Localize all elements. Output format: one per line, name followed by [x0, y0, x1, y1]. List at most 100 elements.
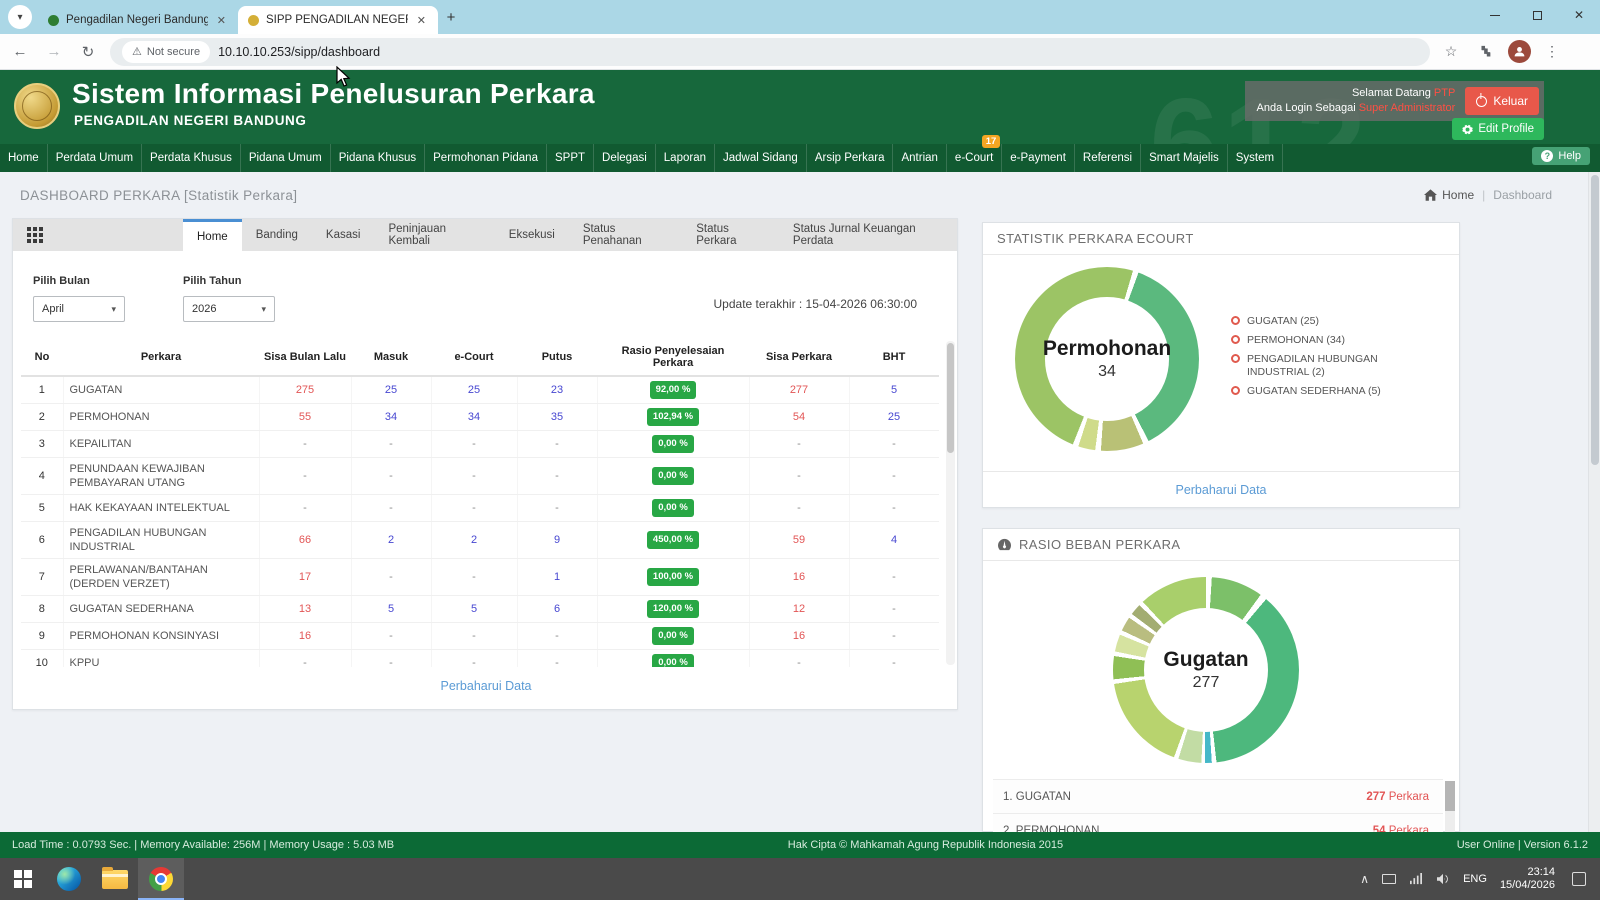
tray-expand-icon[interactable]: ∧	[1360, 872, 1369, 886]
refresh-data-link[interactable]: Perbaharui Data	[983, 471, 1459, 507]
tab-close-icon[interactable]: ✕	[215, 14, 228, 27]
tab-search-button[interactable]: ▾	[8, 5, 32, 29]
new-tab-button[interactable]: +	[438, 4, 464, 30]
cell-putus: -	[517, 623, 597, 650]
cell-sisa: 54	[749, 404, 849, 431]
refresh-data-link[interactable]: Perbaharui Data	[13, 679, 959, 693]
network-icon[interactable]	[1409, 873, 1423, 885]
nav-item-label: e-Court	[955, 152, 993, 164]
nav-item-e-payment[interactable]: e-Payment	[1002, 144, 1075, 172]
nav-item-permohonan-pidana[interactable]: Permohonan Pidana	[425, 144, 547, 172]
dashboard-tab-home[interactable]: Home	[183, 219, 242, 251]
cell-no: 1	[21, 376, 63, 404]
donut-center-label: Gugatan	[1163, 648, 1248, 672]
rasio-list: 1. GUGATAN277 Perkara2. PERMOHONAN54 Per…	[993, 779, 1443, 832]
tab-favicon	[248, 15, 259, 26]
rasio-item-name: 1. GUGATAN	[1003, 791, 1071, 803]
year-select[interactable]: 2026▾	[183, 296, 275, 322]
nav-item-antrian[interactable]: Antrian	[893, 144, 946, 172]
nav-item-sppt[interactable]: SPPT	[547, 144, 594, 172]
window-controls: ✕	[1474, 0, 1600, 30]
cell-ecourt: 5	[431, 596, 517, 623]
browser-tab-bar: ▾ Pengadilan Negeri Bandung ✕ SIPP PENGA…	[0, 0, 1600, 34]
maximize-button[interactable]	[1516, 0, 1558, 30]
nav-item-pidana-khusus[interactable]: Pidana Khusus	[331, 144, 425, 172]
dashboard-tab-peninjauan-kembali[interactable]: Peninjauan Kembali	[374, 219, 494, 251]
table-row: 5HAK KEKAYAAN INTELEKTUAL----0,00 %--	[21, 495, 939, 522]
nav-item-label: Perdata Khusus	[150, 152, 232, 164]
notification-center-icon[interactable]	[1572, 872, 1586, 886]
nav-item-pidana-umum[interactable]: Pidana Umum	[241, 144, 331, 172]
nav-item-jadwal-sidang[interactable]: Jadwal Sidang	[715, 144, 807, 172]
cell-ecourt: -	[431, 458, 517, 495]
cell-ecourt: 25	[431, 376, 517, 404]
donut-center-label: Permohonan	[1043, 337, 1171, 361]
cell-putus: 1	[517, 559, 597, 596]
nav-item-referensi[interactable]: Referensi	[1075, 144, 1141, 172]
dashboard-tab-status-penahanan[interactable]: Status Penahanan	[569, 219, 682, 251]
forward-button[interactable]: →	[40, 38, 68, 66]
nav-item-system[interactable]: System	[1228, 144, 1283, 172]
logout-button[interactable]: Keluar	[1465, 87, 1539, 115]
grid-menu-icon[interactable]	[27, 227, 43, 251]
browser-tab-1[interactable]: Pengadilan Negeri Bandung ✕	[38, 6, 238, 34]
not-secure-chip[interactable]: ⚠ Not secure	[122, 41, 210, 63]
dashboard-tab-eksekusi[interactable]: Eksekusi	[495, 219, 569, 251]
cell-ecourt: -	[431, 495, 517, 522]
dashboard-tab-kasasi[interactable]: Kasasi	[312, 219, 375, 251]
rasio-donut-chart[interactable]: Gugatan 277	[1113, 577, 1299, 763]
extensions-puzzle-icon[interactable]	[1472, 39, 1498, 65]
status-left: Load Time : 0.0793 Sec. | Memory Availab…	[12, 839, 394, 851]
taskbar-clock[interactable]: 23:14 15/04/2026	[1500, 866, 1555, 892]
ecourt-donut-chart[interactable]: Permohonan 34	[1015, 267, 1199, 451]
volume-icon[interactable]	[1436, 873, 1450, 885]
nav-item-delegasi[interactable]: Delegasi	[594, 144, 656, 172]
nav-item-perdata-umum[interactable]: Perdata Umum	[48, 144, 142, 172]
legend-item: PERMOHONAN (34)	[1231, 334, 1411, 347]
browser-tab-2-active[interactable]: SIPP PENGADILAN NEGERI BAN ✕	[238, 6, 438, 34]
nav-item-home[interactable]: Home	[0, 144, 48, 172]
table-scrollbar[interactable]	[946, 341, 955, 665]
address-bar[interactable]: ⚠ Not secure 10.10.10.253/sipp/dashboard	[110, 38, 1430, 66]
tab-close-icon[interactable]: ✕	[415, 14, 428, 27]
language-indicator[interactable]: ENG	[1463, 873, 1487, 885]
table-row: 7PERLAWANAN/BANTAHAN (DERDEN VERZET)17--…	[21, 559, 939, 596]
browser-menu-icon[interactable]: ⋮	[1539, 39, 1565, 65]
rasio-list-item[interactable]: 1. GUGATAN277 Perkara	[993, 779, 1443, 813]
rasio-list-item[interactable]: 2. PERMOHONAN54 Perkara	[993, 813, 1443, 832]
cell-sisa: 12	[749, 596, 849, 623]
cell-bht: 4	[849, 522, 939, 559]
back-button[interactable]: ←	[6, 38, 34, 66]
nav-item-perdata-khusus[interactable]: Perdata Khusus	[142, 144, 241, 172]
edit-profile-button[interactable]: Edit Profile	[1452, 118, 1544, 140]
edge-taskbar-button[interactable]	[46, 858, 92, 900]
breadcrumb-home-link[interactable]: Home	[1424, 188, 1474, 202]
profile-avatar[interactable]	[1508, 40, 1531, 63]
dashboard-tab-banding[interactable]: Banding	[242, 219, 312, 251]
page-scrollbar[interactable]	[1588, 172, 1600, 832]
list-scrollbar[interactable]	[1445, 781, 1455, 832]
reload-button[interactable]: ↻	[74, 38, 102, 66]
dashboard-tab-status-jurnal-keuangan-perdata[interactable]: Status Jurnal Keuangan Perdata	[779, 219, 957, 251]
column-header: Masuk	[351, 339, 431, 376]
rasio-item-name: 2. PERMOHONAN	[1003, 825, 1100, 833]
chrome-taskbar-button[interactable]	[138, 858, 184, 900]
nav-item-arsip-perkara[interactable]: Arsip Perkara	[807, 144, 894, 172]
page-title: DASHBOARD PERKARA [Statistik Perkara]	[20, 188, 297, 203]
cell-sisa_lalu: -	[259, 431, 351, 458]
help-button[interactable]: ? Help	[1532, 147, 1590, 165]
cell-rasio: 450,00 %	[597, 522, 749, 559]
file-explorer-button[interactable]	[92, 858, 138, 900]
legend-item: PENGADILAN HUBUNGAN INDUSTRIAL (2)	[1231, 353, 1411, 379]
close-button[interactable]: ✕	[1558, 0, 1600, 30]
legend-item: GUGATAN (25)	[1231, 315, 1411, 328]
bookmark-star-icon[interactable]: ☆	[1438, 39, 1464, 65]
display-icon[interactable]	[1382, 874, 1396, 884]
dashboard-tab-status-perkara[interactable]: Status Perkara	[682, 219, 779, 251]
month-select[interactable]: April▾	[33, 296, 125, 322]
nav-item-e-court[interactable]: e-Court17	[947, 144, 1002, 172]
nav-item-smart-majelis[interactable]: Smart Majelis	[1141, 144, 1228, 172]
start-button[interactable]	[0, 858, 46, 900]
minimize-button[interactable]	[1474, 0, 1516, 30]
nav-item-laporan[interactable]: Laporan	[656, 144, 715, 172]
